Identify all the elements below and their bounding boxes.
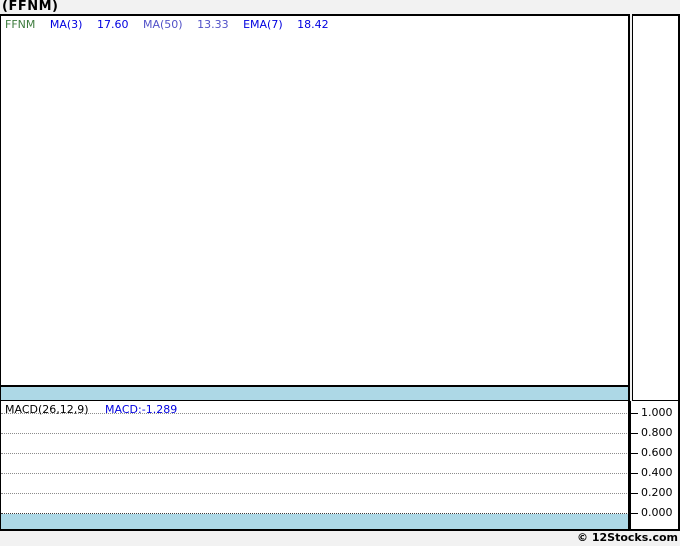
tick-mark: [631, 493, 638, 494]
ma3-indicator-label: MA(3): [49, 18, 83, 31]
axis-tick-label: 0.200: [641, 486, 673, 499]
gridline-0.600: [1, 453, 627, 454]
axis-tick-label: 0.000: [641, 506, 673, 519]
macd-chart-panel: MACD(26,12,9) MACD:-1.289: [0, 401, 630, 531]
tick-mark: [631, 433, 638, 434]
axis-tick-label: 1.000: [641, 406, 673, 419]
gridline-0.000: [1, 513, 627, 514]
macd-settings-label: MACD(26,12,9): [5, 403, 89, 416]
panel-divider-band: [0, 387, 630, 401]
price-chart-panel: FFNM MA(3) 17.60 MA(50) 13.33 EMA(7) 18.…: [0, 14, 630, 387]
macd-value-label: MACD:-1.289: [105, 403, 178, 416]
ema7-indicator-label: EMA(7): [243, 18, 283, 31]
ma50-indicator-label: MA(50): [142, 18, 183, 31]
axis-tick-label: 0.600: [641, 446, 673, 459]
gridline-0.800: [1, 433, 627, 434]
ma3-indicator-value: 17.60: [96, 18, 129, 31]
price-axis-column: [632, 14, 680, 401]
page-title: (FFNM): [2, 0, 59, 14]
gridline-0.200: [1, 493, 627, 494]
macd-legend: MACD(26,12,9) MACD:-1.289: [5, 403, 177, 416]
axis-tick-label: 0.800: [641, 426, 673, 439]
price-legend: FFNM MA(3) 17.60 MA(50) 13.33 EMA(7) 18.…: [5, 18, 340, 31]
tick-mark: [631, 473, 638, 474]
tick-mark: [631, 453, 638, 454]
gridline-0.400: [1, 473, 627, 474]
macd-axis-column: 1.000 0.800 0.600 0.400 0.200 0.000: [630, 401, 680, 531]
tick-mark: [631, 413, 638, 414]
ema7-indicator-value: 18.42: [297, 18, 329, 31]
tick-mark: [631, 513, 638, 514]
axis-tick-label: 0.400: [641, 466, 673, 479]
symbol-label: FFNM: [5, 18, 36, 31]
macd-zero-band: [1, 514, 628, 529]
ma50-indicator-value: 13.33: [197, 18, 229, 31]
site-watermark: © 12Stocks.com: [577, 531, 678, 544]
